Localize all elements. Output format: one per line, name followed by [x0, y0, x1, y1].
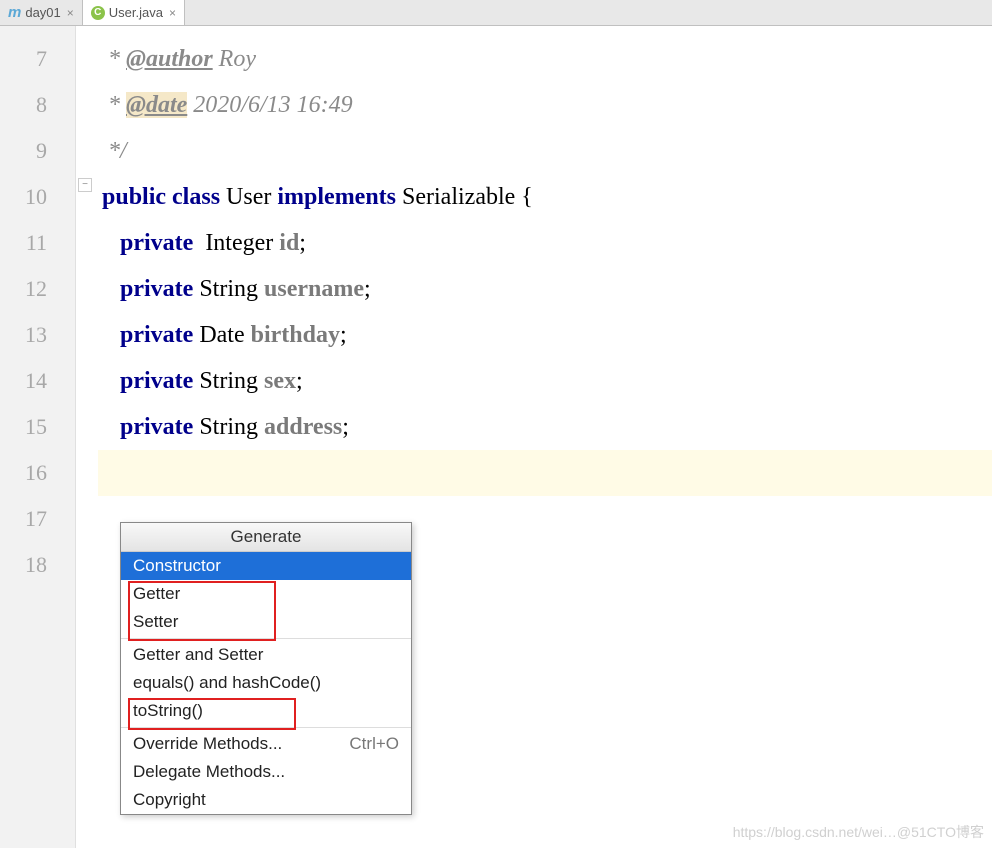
tab-label: day01: [25, 5, 60, 20]
menu-separator: [121, 638, 411, 639]
menu-item-tostring[interactable]: toString(): [121, 697, 411, 725]
line-number: 13: [0, 312, 75, 358]
tab-userjava[interactable]: C User.java ×: [83, 0, 185, 25]
code-line-current: [98, 450, 992, 496]
code-line: public class User implements Serializabl…: [98, 174, 992, 220]
line-number: 9: [0, 128, 75, 174]
code-line: private Integer id;: [98, 220, 992, 266]
line-number: 7: [0, 36, 75, 82]
menu-item-constructor[interactable]: Constructor: [121, 552, 411, 580]
popup-title: Generate: [121, 523, 411, 552]
menu-item-equals-hashcode[interactable]: equals() and hashCode(): [121, 669, 411, 697]
menu-item-getter-and-setter[interactable]: Getter and Setter: [121, 641, 411, 669]
menu-separator: [121, 727, 411, 728]
menu-item-copyright[interactable]: Copyright: [121, 786, 411, 814]
fold-icon[interactable]: −: [78, 178, 92, 192]
code-line: private String username;: [98, 266, 992, 312]
code-line: private Date birthday;: [98, 312, 992, 358]
line-number: 10: [0, 174, 75, 220]
menu-item-getter[interactable]: Getter: [121, 580, 411, 608]
line-number: 8: [0, 82, 75, 128]
shortcut-label: Ctrl+O: [349, 734, 399, 754]
line-number: 15: [0, 404, 75, 450]
menu-item-setter[interactable]: Setter: [121, 608, 411, 636]
module-icon: m: [8, 4, 21, 21]
menu-item-override[interactable]: Override Methods...Ctrl+O: [121, 730, 411, 758]
code-line: private String sex;: [98, 358, 992, 404]
tab-label: User.java: [109, 5, 163, 20]
code-line: */: [98, 128, 992, 174]
line-number: 18: [0, 542, 75, 588]
line-number: 12: [0, 266, 75, 312]
code-line: * @date 2020/6/13 16:49: [98, 82, 992, 128]
menu-item-delegate[interactable]: Delegate Methods...: [121, 758, 411, 786]
line-gutter: 7 8 9 10 11 12 13 14 15 16 17 18: [0, 26, 76, 848]
line-number: 16: [0, 450, 75, 496]
line-number: 11: [0, 220, 75, 266]
watermark-text: https://blog.csdn.net/wei…@51CTO博客: [733, 822, 984, 842]
close-icon[interactable]: ×: [169, 6, 176, 20]
class-icon: C: [91, 6, 105, 20]
tab-day01[interactable]: m day01 ×: [0, 0, 83, 25]
editor-tabs: m day01 × C User.java ×: [0, 0, 992, 26]
code-line: private String address;: [98, 404, 992, 450]
line-number: 14: [0, 358, 75, 404]
code-line: * @author Roy: [98, 36, 992, 82]
line-number: 17: [0, 496, 75, 542]
generate-popup: Generate Constructor Getter Setter Gette…: [120, 522, 412, 815]
fold-gutter: −: [76, 26, 98, 848]
close-icon[interactable]: ×: [67, 6, 74, 20]
